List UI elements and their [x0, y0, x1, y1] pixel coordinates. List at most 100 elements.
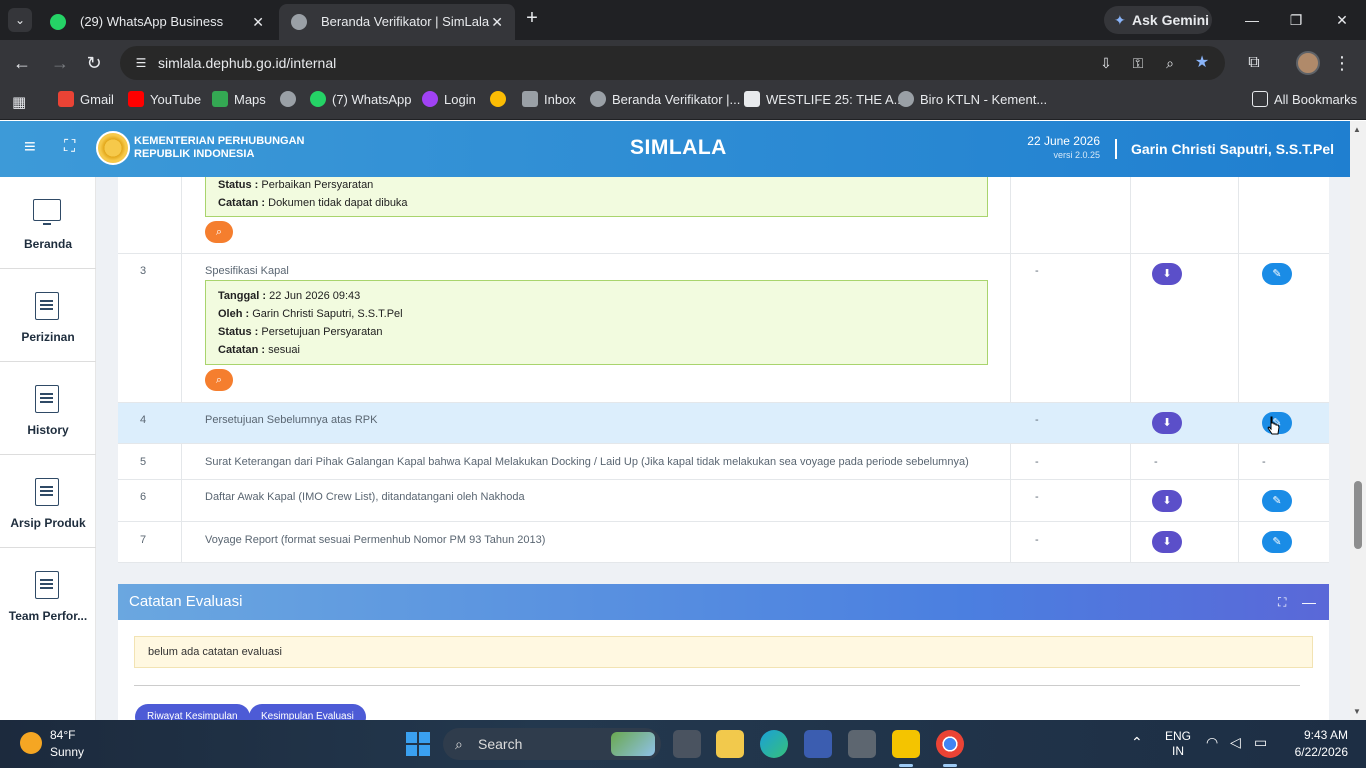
- fullscreen-icon[interactable]: ⛶: [64, 137, 84, 157]
- sidebar-item-perizinan[interactable]: Perizinan: [0, 270, 96, 362]
- app-icon[interactable]: [804, 730, 832, 758]
- bookmark-biro-ktln[interactable]: Biro KTLN - Kement...: [898, 86, 1047, 114]
- language-indicator[interactable]: ENG IN: [1165, 729, 1191, 759]
- sidebar-item-beranda[interactable]: Beranda: [0, 177, 96, 269]
- window-close-icon[interactable]: ✕: [1330, 8, 1354, 32]
- new-tab-plus-icon[interactable]: +: [520, 6, 544, 30]
- gmail-icon: [58, 91, 74, 107]
- whatsapp-favicon-icon: [50, 14, 66, 30]
- back-arrow-icon[interactable]: ←: [10, 51, 34, 75]
- edit-button[interactable]: ✎: [1262, 531, 1292, 553]
- apps-grid-icon[interactable]: ▦: [12, 89, 26, 117]
- bookmark-inbox[interactable]: Inbox: [522, 86, 576, 114]
- page-scrollbar[interactable]: ▲ ▼: [1350, 121, 1366, 720]
- windows-start-icon[interactable]: [406, 732, 430, 756]
- edit-button[interactable]: ✎: [1262, 263, 1292, 285]
- site-info-icon[interactable]: ☰: [132, 54, 150, 72]
- profile-avatar[interactable]: [1296, 51, 1320, 75]
- address-bar[interactable]: ☰ simlala.dephub.go.id/internal ⇩ ⚿ ⌕ ★: [120, 46, 1225, 80]
- wifi-icon[interactable]: ◠: [1206, 734, 1218, 751]
- gemini-star-icon: ✦: [1114, 12, 1126, 28]
- tab-whatsapp[interactable]: (29) WhatsApp Business ✕: [38, 4, 276, 40]
- install-app-icon[interactable]: ⇩: [1096, 53, 1116, 73]
- download-button[interactable]: ⬇: [1152, 263, 1182, 285]
- language-line2: IN: [1172, 744, 1184, 758]
- weather-temperature[interactable]: 84°F: [50, 728, 75, 742]
- scroll-down-arrow-icon[interactable]: ▼: [1353, 707, 1361, 716]
- search-note-button[interactable]: ⌕: [205, 221, 233, 243]
- close-icon[interactable]: ✕: [491, 4, 503, 40]
- browser-tab-strip: ⌄ (29) WhatsApp Business ✕ Beranda Verif…: [0, 0, 1366, 40]
- task-view-icon[interactable]: [673, 730, 701, 758]
- bookmark-gmail[interactable]: Gmail: [58, 86, 114, 114]
- document-icon: [35, 571, 59, 599]
- globe-icon: [898, 91, 914, 107]
- edge-browser-icon[interactable]: [760, 730, 788, 758]
- sidebar-item-team-performance[interactable]: Team Perfor...: [0, 549, 96, 641]
- download-icon: ⬇: [1162, 495, 1172, 507]
- bookmark-label: (7) WhatsApp: [332, 92, 412, 107]
- sun-weather-icon[interactable]: [20, 732, 42, 754]
- battery-icon[interactable]: ▭: [1254, 734, 1267, 751]
- zoom-icon[interactable]: ⌕: [1160, 53, 1180, 73]
- note-label: Catatan :: [218, 197, 266, 209]
- download-button[interactable]: ⬇: [1152, 531, 1182, 553]
- riwayat-kesimpulan-button[interactable]: Riwayat Kesimpulan: [135, 704, 250, 720]
- row-status: -: [1035, 265, 1039, 277]
- scroll-up-arrow-icon[interactable]: ▲: [1353, 125, 1361, 134]
- ministry-line1: KEMENTERIAN PERHUBUNGAN: [134, 135, 305, 147]
- clock-time[interactable]: 9:43 AM: [1292, 728, 1348, 742]
- forward-arrow-icon[interactable]: →: [48, 51, 72, 75]
- requirements-table: Status : Perbaikan Persyaratan Catatan :…: [118, 177, 1329, 563]
- search-note-button[interactable]: ⌕: [205, 369, 233, 391]
- edit-button[interactable]: ✎: [1262, 490, 1292, 512]
- file-explorer-icon[interactable]: [716, 730, 744, 758]
- bookmark-westlife[interactable]: WESTLIFE 25: THE A...: [744, 86, 904, 114]
- hamburger-menu-icon[interactable]: ≡: [24, 137, 44, 157]
- bookmark-whatsapp[interactable]: (7) WhatsApp: [310, 86, 411, 114]
- reload-icon[interactable]: ↻: [82, 51, 106, 75]
- ask-gemini-button[interactable]: ✦ Ask Gemini: [1104, 6, 1212, 34]
- camera-icon[interactable]: [848, 730, 876, 758]
- browser-menu-icon[interactable]: ⋮: [1330, 51, 1354, 75]
- taskbar-search[interactable]: ⌕ Search: [443, 728, 661, 760]
- user-name[interactable]: Garin Christi Saputri, S.S.T.Pel: [1131, 141, 1334, 157]
- bookmark-login[interactable]: Login: [422, 86, 476, 114]
- volume-icon[interactable]: ◁: [1230, 734, 1241, 751]
- search-icon: ⌕: [215, 226, 223, 238]
- tab-search-chevron-icon[interactable]: ⌄: [8, 8, 32, 32]
- header-version: versi 2.0.25: [1053, 150, 1100, 160]
- download-button[interactable]: ⬇: [1152, 490, 1182, 512]
- scroll-thumb[interactable]: [1354, 481, 1362, 549]
- minimize-icon[interactable]: —: [1240, 8, 1264, 32]
- kesimpulan-evaluasi-button[interactable]: Kesimpulan Evaluasi: [249, 704, 366, 720]
- minimize-panel-icon[interactable]: —: [1302, 584, 1318, 620]
- folder-icon: [1252, 91, 1268, 107]
- sidebar-item-history[interactable]: History: [0, 363, 96, 455]
- download-icon: ⬇: [1162, 417, 1172, 429]
- weather-condition[interactable]: Sunny: [50, 745, 84, 759]
- bookmark-youtube[interactable]: YouTube: [128, 86, 201, 114]
- bookmark-globe[interactable]: [280, 86, 302, 114]
- bookmark-pinwheel[interactable]: [490, 86, 512, 114]
- restore-icon[interactable]: ❐: [1284, 8, 1308, 32]
- sidebar-item-arsip-produk[interactable]: Arsip Produk: [0, 456, 96, 548]
- ministry-name: KEMENTERIAN PERHUBUNGAN REPUBLIK INDONES…: [134, 135, 305, 161]
- extensions-puzzle-icon[interactable]: ⧉: [1242, 51, 1266, 75]
- bookmark-star-icon[interactable]: ★: [1192, 53, 1212, 73]
- tab-simlala[interactable]: Beranda Verifikator | SimLala ✕: [279, 4, 515, 40]
- sticky-notes-icon[interactable]: [892, 730, 920, 758]
- active-app-indicator: [943, 764, 957, 767]
- bookmark-maps[interactable]: Maps: [212, 86, 266, 114]
- close-icon[interactable]: ✕: [252, 4, 264, 40]
- expand-icon[interactable]: ⛶: [1278, 584, 1294, 620]
- bookmark-label: Inbox: [544, 92, 576, 107]
- clock-date[interactable]: 6/22/2026: [1284, 745, 1348, 759]
- bookmark-beranda-verifikator[interactable]: Beranda Verifikator |...: [590, 86, 740, 114]
- chevron-up-icon[interactable]: ⌃: [1131, 734, 1143, 751]
- download-button[interactable]: ⬇: [1152, 412, 1182, 434]
- password-key-icon[interactable]: ⚿: [1128, 53, 1148, 73]
- chrome-icon[interactable]: [936, 730, 964, 758]
- all-bookmarks[interactable]: All Bookmarks: [1252, 86, 1357, 114]
- bookmarks-bar: ▦ Gmail YouTube Maps (7) WhatsApp Login …: [0, 86, 1366, 120]
